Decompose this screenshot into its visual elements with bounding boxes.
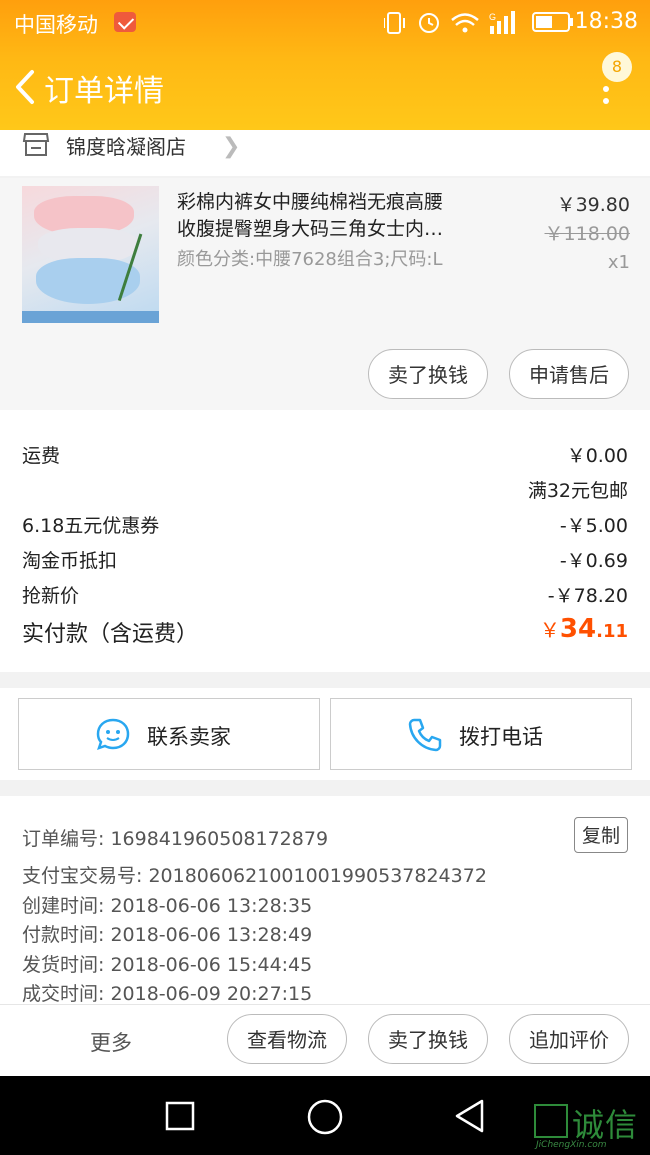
copy-button[interactable]: 复制 [574, 817, 628, 853]
product-original-price: ￥118.00 [544, 223, 630, 245]
page-title: 订单详情 [44, 74, 164, 109]
home-icon[interactable] [306, 1098, 344, 1136]
coupon-value: -￥5.00 [559, 515, 628, 537]
battery-icon [532, 12, 573, 32]
shipped-time: 发货时间: 2018-06-06 15:44:45 [22, 954, 313, 976]
product-title[interactable]: 彩棉内裤女中腰纯棉裆无痕高腰 收腹提臀塑身大码三角女士内… [177, 189, 507, 243]
status-icons: G [384, 11, 515, 34]
phone-icon [408, 718, 442, 752]
total-currency: ￥ [539, 618, 560, 642]
carrier-name: 中国移动 [14, 13, 98, 37]
after-sale-button[interactable]: 申请售后 [509, 349, 629, 399]
contact-seller-label: 联系卖家 [147, 725, 231, 749]
view-logistics-button[interactable]: 查看物流 [227, 1014, 347, 1064]
resell-button[interactable]: 卖了换钱 [368, 349, 488, 399]
product-sku: 颜色分类:中腰7628组合3;尺码:L [177, 249, 443, 270]
paid-time: 付款时间: 2018-06-06 13:28:49 [22, 924, 313, 946]
total-decimal: .11 [596, 621, 628, 642]
call-label: 拨打电话 [459, 725, 543, 749]
mail-notification-icon [114, 12, 136, 32]
svg-text:G: G [489, 12, 496, 22]
watermark-logo [534, 1104, 568, 1138]
back-nav-icon[interactable] [452, 1098, 488, 1134]
chat-bubble-icon [96, 718, 130, 750]
completed-time: 成交时间: 2018-06-09 20:27:15 [22, 983, 313, 1005]
total-amount: ￥34.11 [540, 614, 628, 644]
shipping-label: 运费 [22, 445, 61, 467]
status-bar: 中国移动 G 18:38 [0, 0, 650, 44]
created-time: 创建时间: 2018-06-06 13:28:35 [22, 895, 313, 917]
product-price: ￥39.80 [556, 194, 630, 216]
coupon-label: 6.18五元优惠券 [22, 515, 160, 537]
coins-label: 淘金币抵扣 [22, 550, 118, 572]
total-label: 实付款（含运费） [22, 622, 199, 647]
chevron-right-icon: ❯ [222, 134, 241, 159]
more-menu-icon[interactable] [603, 86, 611, 110]
shipping-note: 满32元包邮 [527, 480, 628, 502]
shop-icon [22, 133, 50, 156]
resell-button-bottom[interactable]: 卖了换钱 [368, 1014, 488, 1064]
contact-seller-button[interactable]: 联系卖家 [18, 698, 320, 770]
newbie-price-label: 抢新价 [22, 585, 80, 607]
shop-name[interactable]: 锦度晗凝阁店 [66, 131, 186, 160]
more-link[interactable]: 更多 [90, 1027, 132, 1057]
add-review-button[interactable]: 追加评价 [509, 1014, 629, 1064]
product-title-line2: 收腹提臀塑身大码三角女士内… [177, 218, 444, 240]
coins-value: -￥0.69 [559, 550, 628, 572]
shipping-value: ￥0.00 [566, 445, 628, 467]
message-count-badge[interactable]: 8 [602, 52, 632, 82]
product-quantity: x1 [607, 252, 630, 273]
recent-apps-icon[interactable] [164, 1100, 196, 1132]
clock: 18:38 [574, 9, 638, 34]
product-title-line1: 彩棉内裤女中腰纯棉裆无痕高腰 [177, 191, 444, 213]
alipay-transaction-number: 支付宝交易号: 2018060621001001990537824372 [22, 865, 487, 887]
watermark-url: JiChengXin.com [536, 1140, 607, 1150]
product-thumbnail[interactable] [22, 186, 159, 323]
newbie-price-value: -￥78.20 [547, 585, 628, 607]
order-number: 订单编号: 169841960508172879 [22, 828, 329, 850]
total-integer: 34 [559, 614, 597, 644]
call-button[interactable]: 拨打电话 [330, 698, 632, 770]
